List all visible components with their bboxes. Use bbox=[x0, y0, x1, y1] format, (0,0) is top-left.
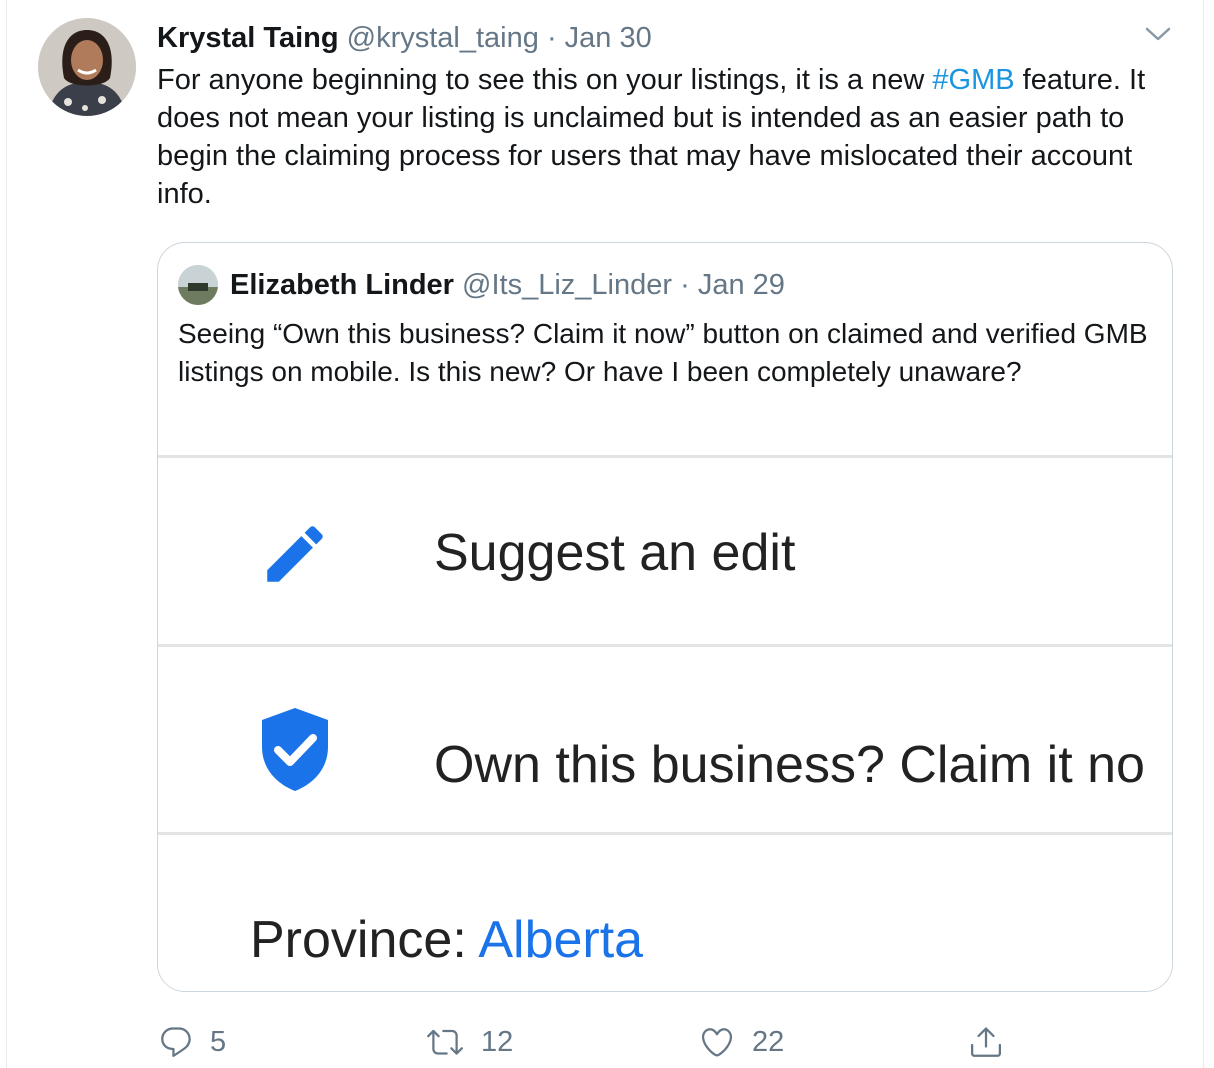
reply-count: 5 bbox=[210, 1025, 227, 1058]
like-button[interactable]: 22 bbox=[698, 1020, 784, 1064]
reply-icon bbox=[158, 1024, 194, 1060]
pencil-icon bbox=[258, 517, 332, 591]
suggest-edit-label: Suggest an edit bbox=[434, 524, 796, 582]
quoted-author-name: Elizabeth Linder bbox=[230, 269, 454, 301]
author-name[interactable]: Krystal Taing bbox=[157, 22, 339, 54]
province-value: Alberta bbox=[478, 911, 644, 969]
screenshot-divider bbox=[158, 644, 1172, 647]
shield-check-icon bbox=[258, 705, 332, 793]
reply-button[interactable]: 5 bbox=[158, 1020, 226, 1064]
heart-icon bbox=[698, 1024, 736, 1060]
quoted-tweet-card[interactable]: Elizabeth Linder @Its_Liz_Linder · Jan 2… bbox=[157, 242, 1173, 992]
tweet-text-part1: For anyone beginning to see this on your… bbox=[157, 64, 933, 96]
retweet-count: 12 bbox=[481, 1025, 514, 1058]
tweet-actions: 5 12 22 bbox=[0, 1020, 1214, 1064]
province-label: Province: bbox=[250, 911, 467, 969]
tweet-header: Krystal Taing @krystal_taing · Jan 30 bbox=[157, 20, 652, 56]
retweet-icon bbox=[425, 1024, 465, 1060]
claim-business-label: Own this business? Claim it no bbox=[434, 736, 1145, 794]
chevron-down-icon[interactable] bbox=[1144, 24, 1172, 44]
tweet-date[interactable]: Jan 30 bbox=[565, 22, 652, 54]
quoted-author-handle: @Its_Liz_Linder bbox=[462, 269, 673, 301]
retweet-button[interactable]: 12 bbox=[425, 1020, 513, 1064]
attached-screenshot[interactable]: Own this business? Claim it no Suggest a… bbox=[158, 455, 1172, 991]
share-icon bbox=[968, 1024, 1004, 1060]
quoted-author-avatar bbox=[178, 265, 218, 305]
like-count: 22 bbox=[752, 1025, 785, 1058]
author-avatar[interactable] bbox=[38, 18, 136, 116]
quoted-header-separator: · bbox=[680, 269, 690, 301]
author-handle[interactable]: @krystal_taing bbox=[347, 22, 539, 54]
screenshot-divider bbox=[158, 832, 1172, 835]
share-button[interactable] bbox=[968, 1020, 1004, 1064]
quoted-tweet-header: Elizabeth Linder @Its_Liz_Linder · Jan 2… bbox=[230, 267, 785, 303]
quoted-tweet-text: Seeing “Own this business? Claim it now”… bbox=[178, 318, 1148, 387]
screenshot-divider bbox=[158, 455, 1172, 458]
tweet-text: For anyone beginning to see this on your… bbox=[157, 61, 1167, 213]
header-separator: · bbox=[546, 22, 557, 54]
quoted-tweet-date: Jan 29 bbox=[697, 269, 785, 301]
province-row: Province: Alberta bbox=[250, 910, 643, 970]
hashtag-link[interactable]: #GMB bbox=[932, 64, 1014, 96]
